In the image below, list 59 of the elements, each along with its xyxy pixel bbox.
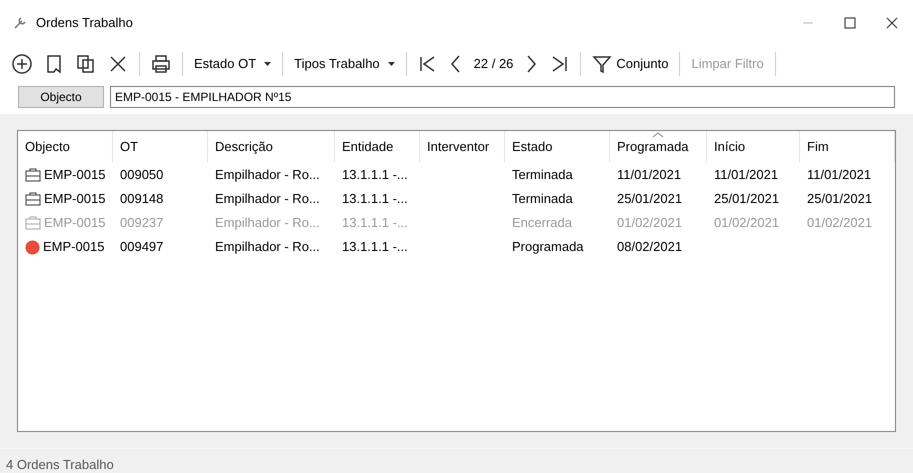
status-text: 4 Ordens Trabalho (0, 448, 913, 473)
table-cell-text: 25/01/2021 (807, 190, 872, 208)
table-cell-text: 11/01/2021 (807, 166, 872, 184)
table-cell-text: 01/02/2021 (807, 214, 872, 232)
table-cell-text: EMP-0015 (44, 166, 106, 184)
table-cell-text: EMP-0015 (44, 190, 106, 208)
column-header[interactable]: Entidade (335, 131, 420, 163)
table-cell-text: Terminada (512, 166, 573, 184)
window-title: Ordens Trabalho (36, 14, 133, 32)
briefcase-icon (25, 168, 41, 182)
table-cell-text: Terminada (512, 190, 573, 208)
table-cell-text: 13.1.1.1 -... (342, 238, 408, 256)
table-cell-text: 01/02/2021 (714, 214, 780, 232)
filter-icon (592, 54, 612, 74)
column-header[interactable]: Fim (800, 131, 895, 163)
column-header[interactable]: Interventor (420, 131, 505, 163)
table-cell-text: 08/02/2021 (617, 238, 682, 256)
table-cell-text: 009148 (120, 190, 164, 208)
table-cell-text: 01/02/2021 (617, 214, 682, 232)
table-cell-text: EMP-0015 (43, 238, 104, 256)
dropdown[interactable]: Tipos Trabalho (290, 52, 399, 76)
caret-icon (264, 62, 272, 66)
briefcase-icon (25, 216, 41, 230)
table-cell-text: 25/01/2021 (617, 190, 682, 208)
briefcase-icon (25, 192, 41, 206)
table-cell-text: 13.1.1.1 -... (342, 166, 408, 184)
maximize-icon (844, 17, 856, 29)
table-cell-text: Encerrada (512, 214, 572, 232)
column-header[interactable]: Estado (505, 131, 610, 163)
table-cell-text: Empilhador - Ro... (215, 214, 320, 232)
page-counter: 22 / 26 (472, 55, 514, 74)
object-button[interactable]: Objecto (18, 86, 104, 108)
caret-icon (388, 62, 395, 66)
column-header[interactable]: Programada (610, 131, 707, 163)
column-header[interactable]: OT (113, 131, 208, 163)
printer-icon (150, 53, 172, 75)
dropdown[interactable]: Estado OT (190, 52, 276, 76)
table-cell-text: 009050 (120, 166, 164, 184)
table-cell-text: 009497 (120, 238, 164, 256)
wrench-icon (12, 15, 28, 31)
copy-icon (75, 53, 97, 75)
object-field[interactable]: EMP-0015 - EMPILHADOR Nº15 (110, 86, 895, 108)
close-icon (886, 17, 898, 29)
column-header[interactable]: Início (707, 131, 800, 163)
column-header[interactable]: Objecto (18, 131, 113, 163)
table-cell-text: Empilhador - Ro... (215, 238, 320, 256)
add-icon (11, 53, 33, 75)
filter-button[interactable]: Conjunto (588, 52, 672, 76)
table-cell-text: 009237 (120, 214, 164, 232)
table-cell-text: EMP-0015 (44, 214, 106, 232)
table-cell-text: 11/01/2021 (714, 166, 778, 184)
table-cell-text: Programada (512, 238, 584, 256)
table-cell-text: Empilhador - Ro... (215, 190, 320, 208)
column-header[interactable]: Descrição (208, 131, 335, 163)
table-cell-text: Empilhador - Ro... (215, 166, 320, 184)
table-cell-text: 11/01/2021 (617, 166, 682, 184)
table-cell-text: 25/01/2021 (714, 190, 780, 208)
table-cell-text: 13.1.1.1 -... (342, 190, 408, 208)
table-cell-text: 13.1.1.1 -... (342, 214, 408, 232)
